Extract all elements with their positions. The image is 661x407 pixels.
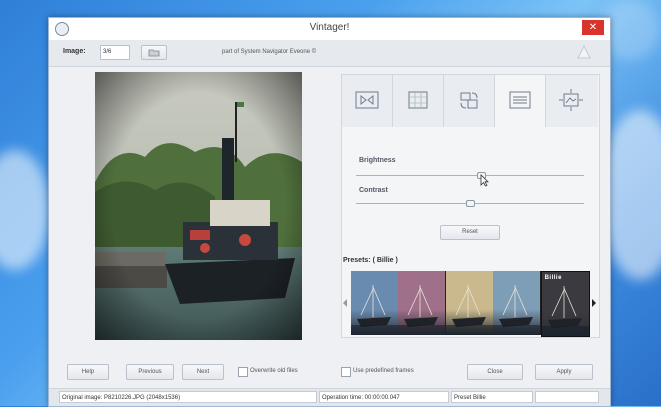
presets-section: Presets: ( Billie ) Billie <box>341 253 598 341</box>
contrast-label: Contrast <box>359 187 388 194</box>
tool-frame[interactable] <box>342 75 393 127</box>
preset-boat-image <box>493 285 541 335</box>
contrast-slider-thumb[interactable] <box>466 200 475 207</box>
scroll-left-icon[interactable] <box>342 299 348 307</box>
crop-icon <box>408 91 428 109</box>
info-icon[interactable] <box>576 44 592 60</box>
overwrite-checkbox[interactable] <box>238 367 248 377</box>
brightness-slider[interactable] <box>356 175 584 176</box>
preset-boat-image <box>541 286 589 336</box>
folder-icon <box>148 49 160 57</box>
rotate-icon <box>460 92 478 109</box>
preset-boat-image <box>398 285 446 335</box>
overwrite-label: Overwrite old files <box>250 368 298 374</box>
preset-name-label: Billie <box>544 275 562 281</box>
scroll-right-icon[interactable] <box>591 299 597 307</box>
image-label: Image: <box>63 48 86 55</box>
preset-boat-image <box>351 285 398 335</box>
reset-button[interactable]: Reset <box>440 225 500 240</box>
toolbar: Image: 3/6 part of System Navigator Eveo… <box>49 40 610 67</box>
credit-text: part of System Navigator Eveone © <box>222 49 317 55</box>
status-original-image: Original image: P8210226.JPG (2048x1536) <box>59 391 317 403</box>
tool-adjust[interactable] <box>495 75 546 127</box>
photo-preview[interactable] <box>95 72 302 340</box>
preset-boat-image <box>445 285 493 335</box>
brightness-label: Brightness <box>359 157 396 164</box>
background-streak <box>0 150 50 270</box>
adjust-icon <box>509 91 531 109</box>
image-index-field[interactable]: 3/6 <box>100 45 130 60</box>
predefined-frames-label: Use predefined frames <box>353 368 414 374</box>
app-window: Vintager! ✕ Image: 3/6 part of System Na… <box>48 17 611 407</box>
browse-folder-button[interactable] <box>141 45 167 60</box>
apply-button[interactable]: Apply <box>535 364 593 380</box>
help-button[interactable]: Help <box>67 364 109 380</box>
resize-icon <box>559 89 583 111</box>
tool-crop[interactable] <box>393 75 444 127</box>
preset-thumbnail[interactable] <box>351 271 399 335</box>
status-bar: Original image: P8210226.JPG (2048x1536)… <box>49 388 610 406</box>
mouse-cursor-icon <box>480 174 489 187</box>
close-button[interactable]: Close <box>467 364 523 380</box>
window-title: Vintager! <box>309 22 350 33</box>
action-bar: Help Previous Next Overwrite old files U… <box>49 358 610 384</box>
preset-thumbnail[interactable] <box>493 271 542 335</box>
next-button[interactable]: Next <box>182 364 224 380</box>
tool-resize[interactable] <box>546 75 598 127</box>
presets-title: Presets: ( Billie ) <box>343 257 398 264</box>
preset-thumbnail[interactable]: Billie <box>540 271 590 337</box>
status-preset: Preset Billie <box>451 391 533 403</box>
status-operation-time: Operation time: 00:00:00.047 <box>319 391 449 403</box>
preset-thumbnail[interactable] <box>398 271 447 335</box>
predefined-frames-checkbox[interactable] <box>341 367 351 377</box>
previous-button[interactable]: Previous <box>126 364 174 380</box>
preset-thumbnail[interactable] <box>445 271 494 335</box>
presets-strip: Billie <box>351 271 590 337</box>
status-extra <box>535 391 599 403</box>
close-window-button[interactable]: ✕ <box>582 20 604 35</box>
photo-boat-image <box>95 72 302 340</box>
frame-icon <box>355 91 379 109</box>
tool-rotate[interactable] <box>444 75 495 127</box>
title-bar: Vintager! ✕ <box>49 18 610 41</box>
